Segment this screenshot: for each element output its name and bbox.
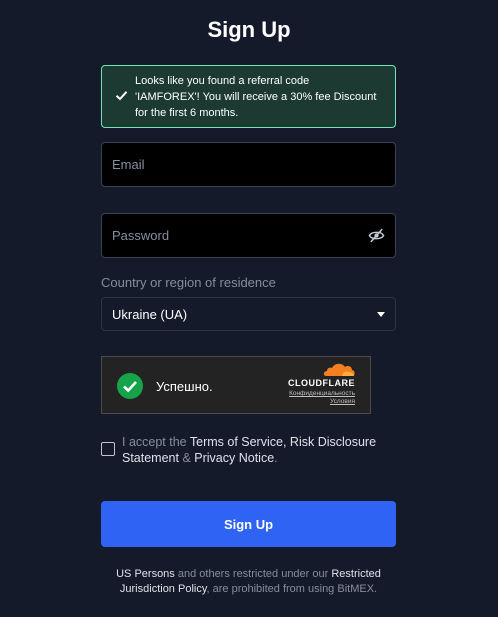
terms-of-service-link[interactable]: Terms of Service [190,435,283,449]
accept-comma: , [282,435,290,449]
captcha-privacy-link[interactable]: Конфиденциальность [289,390,355,397]
accept-period: . [274,451,278,465]
referral-banner-line2: 'IAMFOREX'! You will receive a 30% fee D… [135,91,377,103]
country-select[interactable]: Ukraine (UA) [101,297,396,331]
accept-terms-checkbox[interactable] [101,442,115,456]
email-field[interactable] [102,143,395,186]
cloudflare-logo-icon [323,363,355,376]
accept-amp: & [178,451,195,465]
chevron-down-icon [377,311,385,317]
referral-banner-line1: Looks like you found a referral code [135,75,310,87]
password-field-container [101,213,396,258]
us-persons-text: US Persons [116,568,175,580]
captcha-status: Успешно. [156,379,213,394]
captcha-terms-link[interactable]: Условия [330,398,355,405]
check-icon [115,91,128,101]
accept-terms-text: I accept the Terms of Service, Risk Disc… [122,434,382,466]
accept-prefix: I accept the [122,435,190,449]
country-selected-value: Ukraine (UA) [112,306,188,322]
referral-banner: Looks like you found a referral code 'IA… [101,65,396,128]
jurisdiction-notice: US Persons and others restricted under o… [101,567,396,597]
password-field[interactable] [102,214,395,257]
privacy-notice-link[interactable]: Privacy Notice [194,451,274,465]
email-field-container [101,142,396,187]
eye-off-icon[interactable] [368,227,385,244]
referral-banner-line3: for the first 6 months. [135,107,239,119]
sign-up-button[interactable]: Sign Up [101,501,396,547]
check-circle-icon [117,373,143,399]
cloudflare-brand: CLOUDFLARE [288,378,355,388]
footer-text1: and others restricted under our [174,568,332,580]
country-label: Country or region of residence [101,275,276,290]
page-title: Sign Up [207,17,291,42]
footer-text2: , are prohibited from using BitMEX. [206,583,378,595]
